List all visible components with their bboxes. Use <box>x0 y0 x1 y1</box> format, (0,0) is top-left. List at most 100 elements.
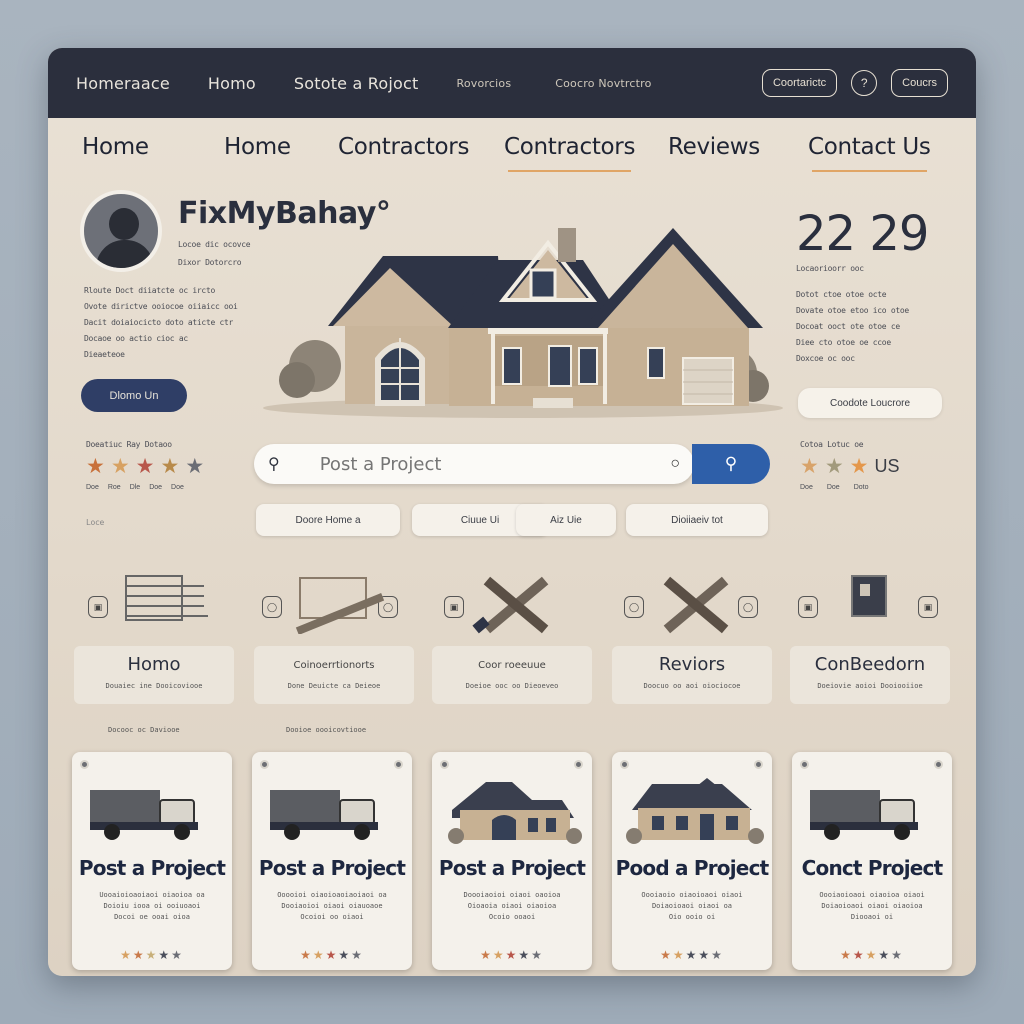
star-label: Doto <box>853 484 869 491</box>
star-icon: ★ <box>518 948 532 962</box>
top-bar: Homeraace Homo Sotote a Rojoct Rovorcios… <box>48 48 976 118</box>
star-icon[interactable]: ★ <box>850 456 869 477</box>
project-card[interactable]: Post a Project Uooaioioaoiaoi oiaoioa oa… <box>72 752 232 970</box>
pin-icon <box>394 760 403 769</box>
ratings-left-stars: ★ ★ ★ ★ ★ <box>86 456 204 477</box>
pin-icon <box>574 760 583 769</box>
category-tile-reviews[interactable]: ◯ ◯ Reviors Doocuo oo aoi oiociocoe <box>612 568 772 704</box>
star-icon[interactable]: ★ <box>800 456 819 477</box>
star-icon: ★ <box>145 948 159 962</box>
category-sub: Doeioe ooc oo Dieoeveo <box>465 682 559 690</box>
active-underline <box>508 170 632 172</box>
nav-item-contact-us[interactable]: Contact Us <box>808 134 931 172</box>
star-icon: ★ <box>660 948 673 962</box>
category-tile-tools[interactable]: ▣ Coor roeeuue Doeioe ooc oo Dieoeveo <box>432 568 592 704</box>
stat-line: Dovate otoe etoo ico otoe <box>796 306 909 315</box>
category-tile-home[interactable]: ▣ Homo Douaiec ine Dooicoviooe <box>74 568 234 704</box>
badge-icon: ◯ <box>262 596 282 618</box>
star-icon: ★ <box>120 948 133 962</box>
filter-chip[interactable]: Aiz Uie <box>516 504 616 536</box>
card-title: Post a Project <box>258 856 406 880</box>
card-description: Ooooioi oiaoioaoiaoiaoi oa Dooiaoioi oia… <box>277 891 387 921</box>
search-input[interactable] <box>319 453 640 475</box>
topbar-link-reviews[interactable]: Rovorcios <box>456 77 511 90</box>
hero-desc-line: Dacit doiaiocicto doto aticte ctr <box>84 318 234 327</box>
pin-icon <box>934 760 943 769</box>
avatar[interactable] <box>80 190 162 272</box>
category-tile-contractor[interactable]: ▣ ▣ ConBeedorn Doeiovie aoioi Dooiooiioe <box>790 568 950 704</box>
avatar-head-icon <box>109 208 139 240</box>
nav-item-home[interactable]: Home <box>82 134 149 160</box>
help-icon[interactable]: ? <box>851 70 878 96</box>
star-icon: ★ <box>685 948 699 962</box>
topbar-link-post-project[interactable]: Sotote a Rojoct <box>294 74 419 93</box>
topbar-contact-button[interactable]: Coortarictc <box>761 69 838 97</box>
nav-item-contractors-active[interactable]: Contractors <box>504 134 635 172</box>
topbar-link-home[interactable]: Homo <box>208 74 256 93</box>
truck-image <box>270 790 378 840</box>
filter-chip[interactable]: Doore Home a <box>256 504 400 536</box>
star-icon: ★ <box>158 948 172 962</box>
house-image <box>448 782 582 844</box>
category-sub: Doeiovie aoioi Dooiooiioe <box>817 682 923 690</box>
category-label: Reviors <box>658 654 726 675</box>
star-icon: ★ <box>891 948 904 962</box>
star-label: Roe <box>107 484 121 491</box>
pin-icon <box>440 760 449 769</box>
section-caption: Docooc oc Daviooe <box>108 726 180 734</box>
badge-icon: ◯ <box>738 596 758 618</box>
badge-icon: ▣ <box>918 596 938 618</box>
card-rating: ★★★★★ <box>252 948 412 962</box>
nav-item-label: Home <box>224 134 291 160</box>
clear-icon[interactable]: ○ <box>670 455 680 473</box>
card-title: Post a Project <box>438 856 586 880</box>
hero-primary-button[interactable]: Dlomo Un <box>81 379 187 412</box>
section-caption: Dooioe oooicovtiooe <box>286 726 367 734</box>
topbar-link-contractors[interactable]: Coocro Novtrctro <box>555 77 651 90</box>
star-icon[interactable]: ★ <box>86 456 105 477</box>
star-icon: ★ <box>878 948 892 962</box>
project-card[interactable]: Post a Project Ooooioi oiaoioaoiaoiaoi o… <box>252 752 412 970</box>
card-description: Oooiaoioaoi oiaoioa oiaoi Doiaoioaoi oia… <box>819 891 925 921</box>
category-label-box <box>254 646 414 704</box>
star-icon[interactable]: ★ <box>185 456 204 477</box>
house-image <box>626 778 764 844</box>
topbar-courses-button[interactable]: Coucrs <box>891 69 948 97</box>
nav-item-reviews[interactable]: Reviews <box>668 134 760 160</box>
category-label: Coor roeeuue <box>478 660 546 671</box>
star-icon[interactable]: ★ <box>825 456 844 477</box>
star-icon[interactable]: ★ <box>136 456 155 477</box>
brand-subtitle-2: Dixor Dotorcro <box>178 258 242 267</box>
ratings-left-footer: Loce <box>86 518 105 527</box>
search-button[interactable]: ⚲ <box>692 444 770 484</box>
category-tile-contractors[interactable]: ◯ ◯ Coinoerrtionorts Done Deuicte ca Dei… <box>254 568 414 704</box>
app-frame: Homeraace Homo Sotote a Rojoct Rovorcios… <box>48 48 976 976</box>
ratings-right-title: Cotoa Lotuc oe <box>800 440 864 449</box>
project-card[interactable]: Conct Project Oooiaoioaoi oiaoioa oiaoi … <box>792 752 952 970</box>
hero-secondary-button[interactable]: Coodote Loucrore <box>798 388 942 418</box>
star-label: Doe <box>826 484 840 491</box>
nav-item-home-2[interactable]: Home <box>224 134 291 160</box>
nav-item-contractors[interactable]: Contractors <box>338 134 469 160</box>
topbar-link-homepage[interactable]: Homeraace <box>76 74 170 93</box>
pin-icon <box>80 760 89 769</box>
star-icon: ★ <box>672 948 686 962</box>
country-code: US <box>874 456 900 476</box>
card-rating: ★★★★★ <box>792 948 952 962</box>
card-rating: ★★★★★ <box>612 948 772 962</box>
card-rating: ★★★★★ <box>72 948 232 962</box>
card-title: Pood a Project <box>615 856 770 880</box>
star-icon[interactable]: ★ <box>160 456 179 477</box>
hero-desc-line: Ovote dirictve ooiocoe oiiaicc ooi <box>84 302 238 311</box>
project-card[interactable]: Post a Project Doooiaoioi oiaoi oaoioa O… <box>432 752 592 970</box>
search-icon: ⚲ <box>724 454 738 473</box>
pin-icon <box>800 760 809 769</box>
project-card[interactable]: Pood a Project Oooiaoio oiaoioaoi oiaoi … <box>612 752 772 970</box>
star-icon[interactable]: ★ <box>111 456 130 477</box>
topbar-actions: Coortarictc ? Coucrs <box>761 69 948 97</box>
door-icon <box>851 575 887 617</box>
star-label: Doe <box>171 484 184 491</box>
card-description: Uooaioioaoiaoi oiaoioa oa Doioiu iooa oi… <box>99 891 205 921</box>
hero-desc-line: Docaoe oo actio cioc ac <box>84 334 188 343</box>
filter-chip[interactable]: Dioiiaeiv tot <box>626 504 768 536</box>
